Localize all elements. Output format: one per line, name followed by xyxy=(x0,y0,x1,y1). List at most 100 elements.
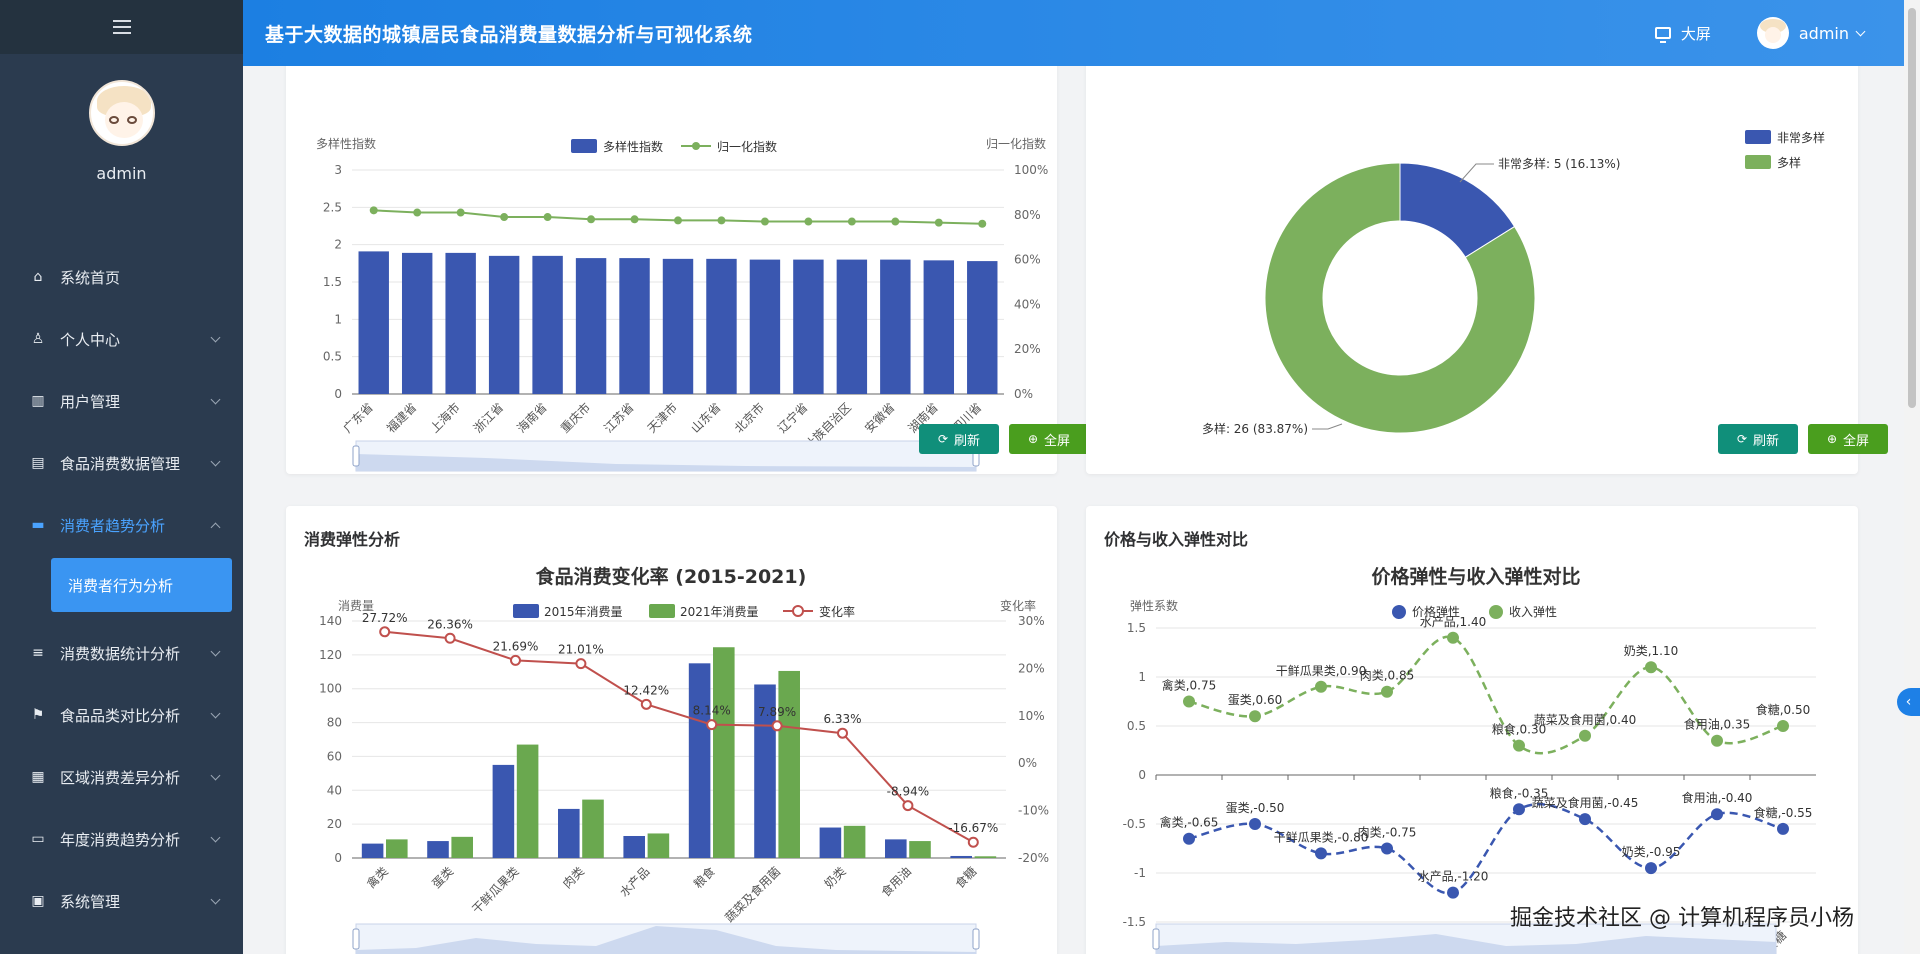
line-point xyxy=(717,216,726,225)
y-tick-label: 2.5 xyxy=(323,200,342,214)
x-tick-label: 禽类 xyxy=(363,864,391,892)
line-point xyxy=(1579,729,1591,742)
bar xyxy=(843,825,866,858)
legend-label: 变化率 xyxy=(819,604,855,619)
label-leader xyxy=(1312,423,1343,430)
x-tick-label: 重庆市 xyxy=(557,400,593,436)
refresh-button[interactable]: ⟳ 刷新 xyxy=(919,424,999,454)
chart-title: 价格弹性与收入弹性对比 xyxy=(1371,565,1580,588)
page-scrollbar[interactable] xyxy=(1904,0,1920,954)
bar xyxy=(974,856,997,858)
scrollbar-thumb[interactable] xyxy=(1908,8,1916,408)
sidebar-item-label: 系统首页 xyxy=(60,268,121,287)
y-tick-label: -0.5 xyxy=(1123,817,1146,831)
fullscreen-button[interactable]: ⊕ 全屏 xyxy=(1009,424,1089,454)
line-point xyxy=(837,727,848,739)
submenu-item-consumer-behavior[interactable]: 消费者行为分析 xyxy=(51,558,232,612)
x-tick-label: 干鲜瓜果类 xyxy=(469,864,521,916)
line-point xyxy=(1645,862,1657,875)
sidebar-item-8[interactable]: ▭ 年度消费趋势分析 xyxy=(0,808,243,870)
x-tick-label: 奶类 xyxy=(822,864,849,891)
watermark: 掘金技术社区 @ 计算机程序员小杨 xyxy=(1510,906,1854,931)
refresh-button[interactable]: ⟳ 刷新 xyxy=(1718,424,1798,454)
y-tick-label: 120 xyxy=(319,648,342,662)
fullscreen-button[interactable]: ⊕ 全屏 xyxy=(1808,424,1888,454)
data-label: 食用油,-0.40 xyxy=(1682,790,1753,805)
card-title: 价格与收入弹性对比 xyxy=(1104,530,1249,549)
y-tick-label-right: -10% xyxy=(1018,804,1049,818)
refresh-label: 刷新 xyxy=(954,433,981,449)
chevron-down-icon xyxy=(1855,26,1866,36)
bar xyxy=(386,839,408,858)
legend-marker xyxy=(692,142,700,150)
line-point xyxy=(444,632,456,644)
user-dropdown[interactable]: admin xyxy=(1756,17,1866,49)
line-point xyxy=(510,654,521,666)
sidebar-item-6[interactable]: ⚑ 食品品类对比分析 xyxy=(0,684,243,746)
line-point xyxy=(379,626,391,638)
avatar xyxy=(88,80,155,146)
data-label: -8.94% xyxy=(887,785,929,799)
sidebar-menu: ⌂ 系统首页 ♙ 个人中心 ▥ 用户管理 ▤ 食品消费数据管理 ▬ 消费者趋势分析 消费者行为分析 ≡… xyxy=(0,246,243,932)
line-point xyxy=(902,800,914,812)
hamburger-icon xyxy=(112,26,131,28)
line-point xyxy=(1249,710,1261,723)
bar xyxy=(582,799,604,858)
header-avatar xyxy=(1756,17,1789,49)
data-label: 干鲜瓜果类,0.90 xyxy=(1276,664,1367,678)
line-point xyxy=(847,217,856,226)
legend-swatch xyxy=(571,139,597,153)
sidebar-item-9[interactable]: ▣ 系统管理 xyxy=(0,870,243,932)
bigscreen-button[interactable]: 大屏 xyxy=(1654,23,1711,44)
bar xyxy=(909,841,931,858)
sidebar-toggle-button[interactable] xyxy=(0,0,243,54)
sidebar-item-5[interactable]: ≡ 消费数据统计分析 xyxy=(0,622,243,684)
line-point xyxy=(1645,661,1657,674)
y-tick-label-right: -20% xyxy=(1018,851,1049,865)
bar xyxy=(967,261,998,394)
legend-label: 2015年消费量 xyxy=(544,605,623,619)
elasticity-card: 消费弹性分析 食品消费变化率 (2015-2021) 消费量 变化率 2015年消费量… xyxy=(286,506,1057,954)
line-point xyxy=(1579,813,1591,826)
line-point xyxy=(967,836,979,848)
bar xyxy=(836,259,868,394)
x-tick-label: 蔬菜及食用菌 xyxy=(722,864,784,926)
sidebar-item-3[interactable]: ▤ 食品消费数据管理 xyxy=(0,432,243,494)
sidebar-item-label: 消费者趋势分析 xyxy=(60,516,166,535)
users-icon: ▥ xyxy=(31,393,45,409)
sidebar-item-7[interactable]: ▦ 区域消费差异分析 xyxy=(0,746,243,808)
chevron-down-icon xyxy=(210,894,221,905)
sidebar-item-label: 食品品类对比分析 xyxy=(60,706,181,725)
zoom-icon: ⊕ xyxy=(1826,432,1838,446)
line-point xyxy=(500,213,509,222)
slice-label: 多样: 26 (83.87%) xyxy=(1202,421,1308,436)
sidebar-item-0[interactable]: ⌂ 系统首页 xyxy=(0,246,243,308)
slice-label: 非常多样: 5 (16.13%) xyxy=(1498,156,1620,171)
sidebar-item-label: 食品消费数据管理 xyxy=(60,454,181,473)
data-label: 21.01% xyxy=(558,643,604,657)
sidebar-item-1[interactable]: ♙ 个人中心 xyxy=(0,308,243,370)
clipboard-icon: ▤ xyxy=(31,455,45,471)
y-tick-label: 60 xyxy=(327,749,342,763)
series-line xyxy=(384,630,974,844)
zoom-handle xyxy=(352,445,360,467)
data-label: 7.89% xyxy=(758,705,796,719)
data-label: 蔬菜及食用菌,-0.45 xyxy=(1532,795,1639,810)
line-point xyxy=(978,219,987,228)
bar xyxy=(401,252,433,394)
bar xyxy=(706,258,737,394)
line-point xyxy=(1777,720,1789,732)
sidebar-item-4[interactable]: ▬ 消费者趋势分析 xyxy=(0,494,243,556)
sidebar-item-2[interactable]: ▥ 用户管理 xyxy=(0,370,243,432)
data-label: 禽类,0.75 xyxy=(1162,678,1217,693)
y-tick-label: 1.5 xyxy=(1127,621,1146,635)
data-label: 奶类,1.10 xyxy=(1624,644,1679,658)
x-tick-label: 食糖 xyxy=(952,864,980,892)
side-collapse-button[interactable]: ‹ xyxy=(1897,688,1920,716)
data-label: -16.67% xyxy=(948,821,998,835)
bar xyxy=(451,836,473,858)
legend-swatch xyxy=(649,604,675,618)
elasticity-chart: 价格弹性与收入弹性对比弹性系数 价格弹性 收入弹性-1.5-1-0.500.511.… xyxy=(1123,565,1816,954)
y-tick-label-right: 60% xyxy=(1014,253,1041,267)
line-point xyxy=(760,217,769,226)
